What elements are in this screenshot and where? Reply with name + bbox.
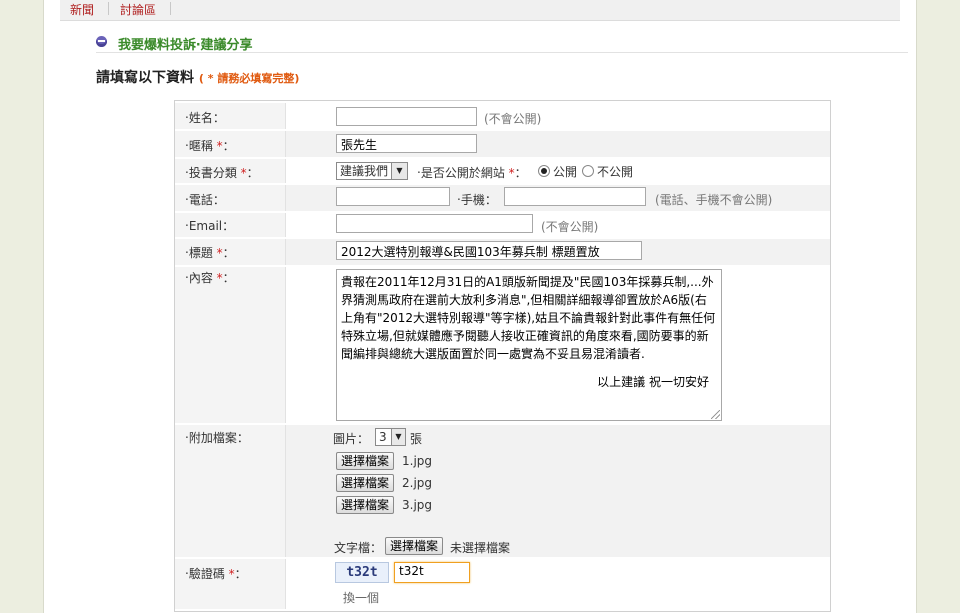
form-row-name: ‧姓名： (不會公開) — [175, 103, 830, 129]
section-title: 我要爆料投訴‧建議分享 — [118, 38, 253, 53]
radio-not-public[interactable]: 不公開 — [582, 163, 633, 180]
mobile-label: ‧手機： — [457, 193, 497, 207]
captcha-input[interactable]: t32t — [394, 562, 470, 583]
radio-checked-icon — [538, 165, 550, 177]
resize-handle-icon[interactable] — [711, 410, 720, 419]
category-select[interactable]: 建議我們 ▼ — [336, 162, 408, 180]
image-label: 圖片： — [333, 432, 370, 446]
nav-divider — [170, 2, 171, 15]
email-label: ‧Email： — [185, 219, 235, 233]
chevron-down-icon: ▼ — [391, 429, 405, 445]
top-nav: 新聞 討論區 — [60, 0, 900, 21]
file-name-1: 1.jpg — [402, 454, 433, 468]
section-header: 我要爆料投訴‧建議分享 — [96, 36, 908, 53]
phone-label: ‧電話： — [185, 193, 225, 207]
choose-text-file-button[interactable]: 選擇檔案 — [385, 537, 444, 555]
content-textarea[interactable]: 貴報在2011年12月31日的A1頭版新聞提及"民國103年採募兵制,...外界… — [336, 269, 722, 421]
radio-unchecked-icon — [582, 165, 594, 177]
chevron-down-icon: ▼ — [391, 163, 407, 179]
name-hint: (不會公開) — [484, 112, 542, 126]
content-label: ‧內容 *： — [185, 271, 235, 285]
name-input[interactable] — [336, 107, 477, 126]
nav-forum-link[interactable]: 討論區 — [120, 1, 156, 18]
category-select-value: 建議我們 — [340, 164, 389, 178]
nav-divider — [108, 2, 109, 15]
text-file-status: 未選擇檔案 — [450, 541, 511, 555]
form-row-phone: ‧電話： ‧手機： (電話、手機不會公開) — [175, 185, 830, 211]
form-heading-note: ( * 請務必填寫完整) — [198, 72, 300, 85]
page: 新聞 討論區 我要爆料投訴‧建議分享 請填寫以下資料 ( * 請務必填寫完整) … — [44, 0, 916, 613]
mobile-input[interactable] — [504, 187, 646, 206]
choose-file-button-2[interactable]: 選擇檔案 — [336, 474, 395, 492]
bullet-icon — [96, 36, 107, 47]
phone-input[interactable] — [336, 187, 450, 206]
nickname-input[interactable]: 張先生 — [336, 134, 477, 153]
form-row-attachments: ‧附加檔案： 圖片： 3 ▼ 張 選擇檔案 1.jpg 選擇檔案 2.jpg 選… — [175, 425, 830, 557]
title-input[interactable]: 2012大選特別報導&民國103年募兵制 標題置放 — [336, 241, 642, 260]
email-input[interactable] — [336, 214, 533, 233]
public-label: ‧是否公開於網站 *： — [417, 166, 527, 180]
content-sign: 以上建議 祝一切安好 — [597, 375, 709, 389]
nav-news-link[interactable]: 新聞 — [70, 1, 94, 18]
form-row-nickname: ‧暱稱 *： 張先生 — [175, 131, 830, 157]
form-row-captcha: ‧驗證碼 *： t32t t32t 換一個 — [175, 559, 830, 609]
captcha-refresh-link[interactable]: 換一個 — [343, 589, 379, 606]
text-file-label: 文字檔： — [334, 541, 383, 555]
form-row-email: ‧Email： (不會公開) — [175, 213, 830, 237]
title-label: ‧標題 *： — [185, 246, 235, 260]
image-unit: 張 — [410, 432, 423, 446]
nickname-label: ‧暱稱 *： — [185, 139, 235, 153]
image-count-value: 3 — [379, 430, 387, 444]
category-label: ‧投書分類 *： — [185, 166, 259, 180]
file-name-3: 3.jpg — [402, 498, 433, 512]
attachments-label: ‧附加檔案： — [185, 431, 249, 445]
submission-form: ‧姓名： (不會公開) ‧暱稱 *： 張先生 ‧投書分類 *： 建議我們 ▼ ‧… — [174, 100, 831, 612]
captcha-image: t32t — [335, 562, 389, 583]
email-hint: (不會公開) — [541, 220, 599, 234]
image-count-select[interactable]: 3 ▼ — [375, 428, 406, 446]
radio-public[interactable]: 公開 — [538, 163, 577, 180]
captcha-label: ‧驗證碼 *： — [185, 567, 247, 581]
choose-file-button-3[interactable]: 選擇檔案 — [336, 496, 395, 514]
form-row-category: ‧投書分類 *： 建議我們 ▼ ‧是否公開於網站 *： 公開 不公開 — [175, 159, 830, 183]
form-heading-text: 請填寫以下資料 — [96, 70, 194, 86]
choose-file-button-1[interactable]: 選擇檔案 — [336, 452, 395, 470]
name-label: ‧姓名： — [185, 111, 225, 125]
phone-hint: (電話、手機不會公開) — [655, 193, 773, 207]
form-row-title: ‧標題 *： 2012大選特別報導&民國103年募兵制 標題置放 — [175, 239, 830, 265]
file-name-2: 2.jpg — [402, 476, 433, 490]
form-heading: 請填寫以下資料 ( * 請務必填寫完整) — [96, 67, 299, 87]
content-text: 貴報在2011年12月31日的A1頭版新聞提及"民國103年採募兵制,...外界… — [341, 275, 716, 361]
form-row-content: ‧內容 *： 貴報在2011年12月31日的A1頭版新聞提及"民國103年採募兵… — [175, 267, 830, 423]
